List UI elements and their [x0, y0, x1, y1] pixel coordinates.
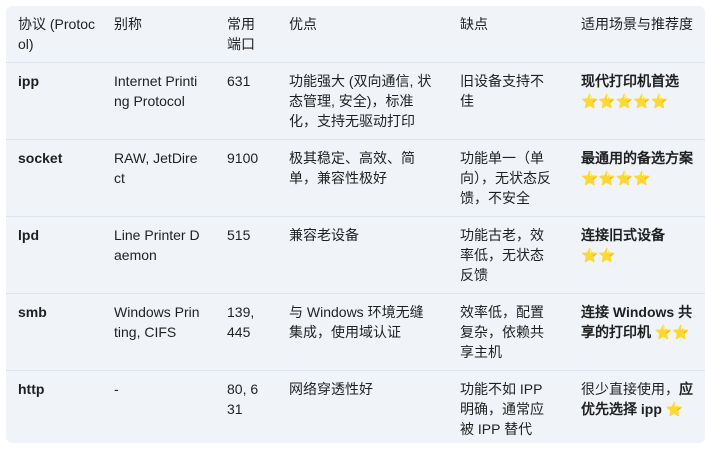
cell-port: 80, 631 — [227, 381, 259, 417]
cell-port: 9100 — [227, 150, 259, 166]
table-row: lpd Line Printer Daemon 515 兼容老设备 功能古老，效… — [6, 216, 705, 294]
cell-protocol: socket — [18, 150, 63, 166]
header-alias: 别称 — [114, 16, 142, 32]
scene-bold: 现代打印机首选 — [581, 73, 679, 89]
cell-scene: 连接 Windows 共享的打印机 ⭐⭐ — [569, 294, 705, 371]
cell-pros: 极其稳定、高效、简单，兼容性极好 — [289, 150, 415, 186]
star-rating-icon: ⭐⭐⭐⭐ — [581, 170, 651, 186]
scene-normal: 很少直接使用， — [581, 381, 679, 397]
star-rating-icon: ⭐⭐ — [654, 324, 690, 340]
cell-alias: Internet Printing Protocol — [114, 73, 198, 109]
cell-port: 631 — [227, 73, 251, 89]
header-protocol: 协议 (Protocol) — [18, 16, 96, 52]
scene-bold: 连接旧式设备 — [581, 227, 665, 243]
table-row: http - 80, 631 网络穿透性好 功能不如 IPP 明确，通常应被 I… — [6, 370, 705, 444]
cell-pros: 功能强大 (双向通信, 状态管理, 安全)，标准化，支持无驱动打印 — [289, 73, 432, 129]
cell-port: 515 — [227, 227, 251, 243]
table-row: ipp Internet Printing Protocol 631 功能强大 … — [6, 62, 705, 140]
table-row: smb Windows Printing, CIFS 139, 445 与 Wi… — [6, 293, 705, 371]
cell-scene: 连接旧式设备 ⭐⭐ — [569, 217, 705, 294]
cell-alias: RAW, JetDirect — [114, 150, 198, 186]
table-header-row: 协议 (Protocol) 别称 常用端口 优点 缺点 适用场景与推荐度 — [6, 6, 705, 63]
star-rating-icon: ⭐ — [665, 401, 684, 417]
cell-scene: 很少直接使用，应优先选择 ipp ⭐ — [569, 371, 705, 444]
header-port: 常用端口 — [227, 16, 255, 52]
header-cons: 缺点 — [460, 16, 488, 32]
cell-alias: Windows Printing, CIFS — [114, 304, 200, 340]
cell-protocol: smb — [18, 304, 47, 320]
cell-cons: 功能单一（单向），无状态反馈，不安全 — [460, 150, 551, 206]
scene-bold: 最通用的备选方案 — [581, 150, 693, 166]
cell-protocol: lpd — [18, 227, 39, 243]
cell-scene: 最通用的备选方案 ⭐⭐⭐⭐ — [569, 140, 705, 217]
table-row: socket RAW, JetDirect 9100 极其稳定、高效、简单，兼容… — [6, 139, 705, 217]
cell-protocol: http — [18, 381, 45, 397]
cell-alias: - — [114, 381, 119, 397]
cell-pros: 与 Windows 环境无缝集成，使用域认证 — [289, 304, 424, 340]
cell-pros: 网络穿透性好 — [289, 381, 373, 397]
header-scene: 适用场景与推荐度 — [581, 16, 693, 32]
cell-scene: 现代打印机首选 ⭐⭐⭐⭐⭐ — [569, 63, 705, 140]
star-rating-icon: ⭐⭐⭐⭐⭐ — [581, 93, 669, 109]
cell-cons: 旧设备支持不佳 — [460, 73, 544, 109]
protocol-comparison-panel: 协议 (Protocol) 别称 常用端口 优点 缺点 适用场景与推荐度 ipp… — [6, 6, 705, 443]
cell-cons: 功能古老，效率低，无状态反馈 — [460, 227, 544, 283]
cell-port: 139, 445 — [227, 304, 255, 340]
cell-pros: 兼容老设备 — [289, 227, 359, 243]
star-rating-icon: ⭐⭐ — [581, 247, 616, 263]
cell-cons: 功能不如 IPP 明确，通常应被 IPP 替代 — [460, 381, 544, 437]
cell-alias: Line Printer Daemon — [114, 227, 200, 263]
header-pros: 优点 — [289, 16, 317, 32]
cell-protocol: ipp — [18, 73, 39, 89]
protocol-comparison-table: 协议 (Protocol) 别称 常用端口 优点 缺点 适用场景与推荐度 ipp… — [6, 6, 705, 443]
cell-cons: 效率低，配置复杂，依赖共享主机 — [460, 304, 544, 360]
